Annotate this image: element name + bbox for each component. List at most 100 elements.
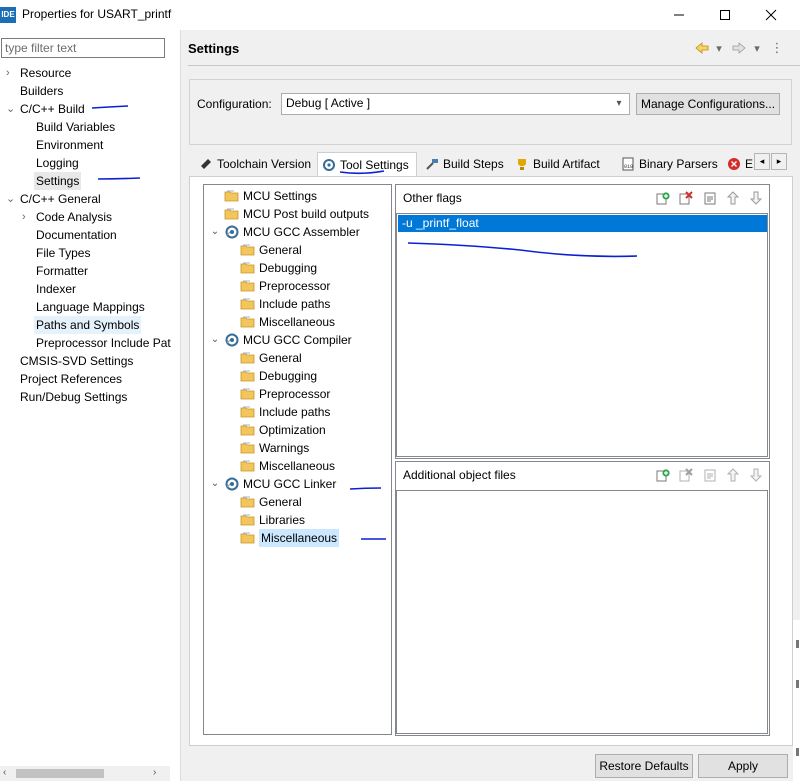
other-flags-list[interactable]: -u _printf_float — [396, 213, 768, 457]
tab-build-steps[interactable]: Build Steps — [421, 152, 509, 176]
nav-item-indexer[interactable]: Indexer — [36, 280, 76, 298]
nav-item-preprocessor-include-pat[interactable]: Preprocessor Include Pat — [36, 334, 171, 352]
nav-item-build-variables[interactable]: Build Variables — [36, 118, 115, 136]
chevron-down-icon[interactable]: ⌄ — [6, 190, 16, 208]
scroll-right-icon[interactable]: › — [153, 767, 156, 778]
tree-item-general[interactable]: General — [240, 493, 302, 511]
restore-defaults-button[interactable]: Restore Defaults — [595, 754, 693, 778]
option-folder-icon — [240, 386, 256, 402]
tree-item-include-paths[interactable]: Include paths — [240, 403, 330, 421]
tree-item-mcu-gcc-compiler[interactable]: MCU GCC Compiler — [224, 331, 352, 349]
edit-icon[interactable] — [702, 190, 718, 206]
back-dropdown-icon[interactable]: ▾ — [714, 40, 724, 56]
forward-arrow-icon[interactable] — [731, 40, 747, 56]
scroll-left-icon[interactable]: ‹ — [3, 767, 6, 778]
tree-item-debugging[interactable]: Debugging — [240, 367, 317, 385]
option-folder-icon — [240, 530, 256, 546]
nav-horizontal-scrollbar[interactable]: ‹ › — [0, 766, 170, 781]
tree-item-miscellaneous[interactable]: Miscellaneous — [240, 313, 335, 331]
edit-icon[interactable] — [702, 467, 718, 483]
tree-item-mcu-gcc-assembler[interactable]: MCU GCC Assembler — [224, 223, 360, 241]
nav-item-c-c-build[interactable]: C/C++ Build — [20, 100, 85, 118]
nav-item-code-analysis[interactable]: Code Analysis — [36, 208, 112, 226]
nav-item-builders[interactable]: Builders — [20, 82, 63, 100]
delete-icon[interactable] — [678, 467, 694, 483]
chevron-down-icon[interactable]: ▾ — [612, 96, 626, 112]
tree-item-preprocessor[interactable]: Preprocessor — [240, 277, 330, 295]
chevron-down-icon[interactable]: ⌄ — [210, 331, 220, 349]
forward-dropdown-icon[interactable]: ▾ — [752, 40, 762, 56]
move-down-icon[interactable] — [748, 467, 764, 483]
tree-item-optimization[interactable]: Optimization — [240, 421, 326, 439]
minimize-button[interactable] — [656, 0, 702, 30]
tree-item-label: Libraries — [259, 513, 306, 527]
tree-item-debugging[interactable]: Debugging — [240, 259, 317, 277]
nav-item-settings[interactable]: Settings — [34, 172, 82, 190]
tree-item-mcu-gcc-linker[interactable]: MCU GCC Linker — [224, 475, 336, 493]
nav-item-language-mappings[interactable]: Language Mappings — [36, 298, 145, 316]
move-up-icon[interactable] — [725, 190, 741, 206]
tree-item-label: Preprocessor — [259, 387, 331, 401]
tab-scroll-left-icon[interactable]: ◂ — [754, 153, 770, 170]
filter-input[interactable] — [1, 38, 165, 58]
tree-item-miscellaneous[interactable]: Miscellaneous — [240, 529, 340, 547]
add-icon[interactable] — [655, 467, 671, 483]
back-arrow-icon[interactable] — [694, 40, 710, 56]
option-folder-icon — [240, 350, 256, 366]
tree-item-mcu-post-build-outputs[interactable]: MCU Post build outputs — [224, 205, 369, 223]
chevron-down-icon[interactable]: ⌄ — [6, 100, 16, 118]
tree-item-label: Debugging — [259, 261, 318, 275]
nav-item-run-debug-settings[interactable]: Run/Debug Settings — [20, 388, 127, 406]
scrollbar-thumb[interactable] — [16, 769, 104, 778]
move-up-icon[interactable] — [725, 467, 741, 483]
tree-item-general[interactable]: General — [240, 241, 302, 259]
list-item[interactable]: -u _printf_float — [398, 215, 767, 232]
chip-icon — [199, 157, 213, 171]
tab-e[interactable]: E — [723, 152, 753, 176]
nav-item-file-types[interactable]: File Types — [36, 244, 90, 262]
nav-item-project-references[interactable]: Project References — [20, 370, 122, 388]
tab-binary-parsers[interactable]: 010 Binary Parsers — [617, 152, 721, 176]
nav-item-resource[interactable]: Resource — [20, 64, 71, 82]
nav-item-c-c-general[interactable]: C/C++ General — [20, 190, 101, 208]
tree-item-warnings[interactable]: Warnings — [240, 439, 309, 457]
gear-icon — [322, 158, 336, 172]
tab-toolchain-version[interactable]: Toolchain Version — [195, 152, 315, 176]
chevron-down-icon[interactable]: ⌄ — [210, 223, 220, 241]
tree-item-include-paths[interactable]: Include paths — [240, 295, 330, 313]
delete-icon[interactable] — [678, 190, 694, 206]
more-menu-icon[interactable]: ⋮ — [771, 40, 784, 56]
tree-item-libraries[interactable]: Libraries — [240, 511, 305, 529]
tab-build-artifact[interactable]: Build Artifact — [511, 152, 615, 176]
binary-icon: 010 — [621, 157, 635, 171]
additional-object-files-list[interactable] — [396, 490, 768, 734]
nav-item-cmsis-svd-settings[interactable]: CMSIS-SVD Settings — [20, 352, 133, 370]
close-button[interactable] — [748, 0, 794, 30]
chevron-right-icon[interactable]: › — [6, 64, 16, 82]
nav-item-logging[interactable]: Logging — [36, 154, 79, 172]
nav-item-documentation[interactable]: Documentation — [36, 226, 117, 244]
nav-item-environment[interactable]: Environment — [36, 136, 103, 154]
option-folder-icon — [240, 314, 256, 330]
nav-item-paths-and-symbols[interactable]: Paths and Symbols — [34, 316, 142, 334]
page-title: Settings — [188, 41, 240, 56]
apply-button[interactable]: Apply — [698, 754, 788, 778]
tab-tool-settings[interactable]: Tool Settings — [317, 152, 417, 177]
option-folder-icon — [240, 242, 256, 258]
option-folder-icon — [240, 458, 256, 474]
chevron-right-icon[interactable]: › — [22, 208, 32, 226]
configuration-label: Configuration: — [197, 97, 272, 111]
tab-scroll-right-icon[interactable]: ▸ — [771, 153, 787, 170]
tree-item-general[interactable]: General — [240, 349, 302, 367]
tree-item-mcu-settings[interactable]: MCU Settings — [224, 187, 317, 205]
maximize-button[interactable] — [702, 0, 748, 30]
move-down-icon[interactable] — [748, 190, 764, 206]
manage-configurations-button[interactable]: Manage Configurations... — [636, 93, 780, 115]
chevron-down-icon[interactable]: ⌄ — [210, 475, 220, 493]
tree-item-miscellaneous[interactable]: Miscellaneous — [240, 457, 335, 475]
nav-item-formatter[interactable]: Formatter — [36, 262, 88, 280]
app-icon: IDE — [0, 7, 16, 23]
configuration-select[interactable]: Debug [ Active ] — [281, 93, 630, 115]
tree-item-preprocessor[interactable]: Preprocessor — [240, 385, 330, 403]
add-icon[interactable] — [655, 190, 671, 206]
